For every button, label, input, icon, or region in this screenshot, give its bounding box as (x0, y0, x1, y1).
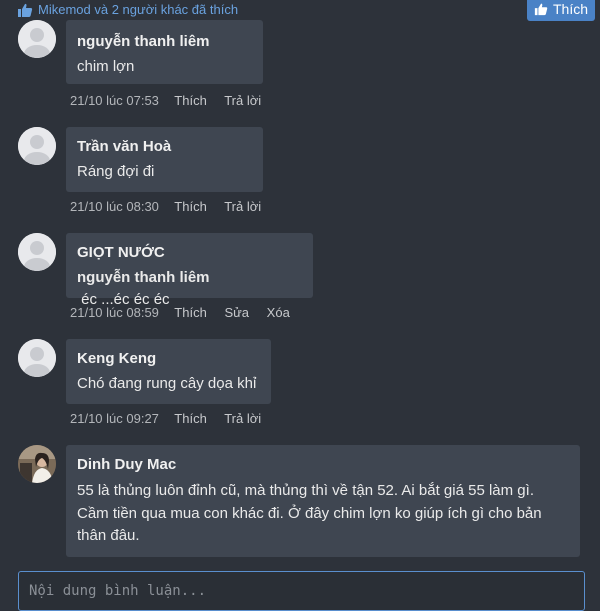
edit-link[interactable]: Sửa (224, 305, 249, 320)
comment-text-line: Cầm tiền qua mua con khác đi. Ở đây chim… (77, 504, 542, 522)
avatar[interactable] (18, 339, 56, 377)
default-avatar-icon (18, 127, 56, 165)
like-button-label: Thích (552, 1, 588, 17)
comment-author[interactable]: Keng Keng (77, 349, 260, 369)
like-link[interactable]: Thích (174, 411, 207, 426)
reply-link[interactable]: Trả lời (224, 411, 261, 426)
default-avatar-icon (18, 339, 56, 377)
comment-timestamp[interactable]: 21/10 lúc 07:53 (70, 93, 159, 108)
like-button[interactable]: Thích (527, 0, 595, 21)
comment-text-line: thân đâu. (77, 527, 140, 544)
reply-link[interactable]: Trả lời (224, 199, 261, 214)
comment-text: 55 là thủng luôn đỉnh cũ, mà thủng thì v… (77, 480, 569, 548)
comment-author[interactable]: Dinh Duy Mac (77, 455, 569, 475)
avatar[interactable] (18, 445, 56, 483)
comment-timestamp[interactable]: 21/10 lúc 08:30 (70, 199, 159, 214)
comment-text: chim lợn (77, 58, 135, 75)
like-link[interactable]: Thích (174, 305, 207, 320)
avatar[interactable] (18, 20, 56, 58)
reply-link[interactable]: Trả lời (224, 93, 261, 108)
like-link[interactable]: Thích (174, 93, 207, 108)
avatar[interactable] (18, 233, 56, 271)
comment-meta: 21/10 lúc 07:53 Thích Trả lời (70, 93, 275, 108)
comment-meta: 21/10 lúc 08:30 Thích Trả lời (70, 199, 275, 214)
comment-timestamp[interactable]: 21/10 lúc 08:59 (70, 305, 159, 320)
thumbs-up-icon (18, 3, 33, 18)
mention-link[interactable]: nguyễn thanh liêm (77, 269, 210, 286)
comment-text: Chó đang rung cây dọa khỉ (77, 375, 257, 392)
comment-text: Ráng đợi đi (77, 163, 155, 180)
comment-meta: 21/10 lúc 09:27 Thích Trả lời (70, 411, 275, 426)
comment-bubble: Trần văn Hoà Ráng đợi đi (66, 127, 263, 192)
like-summary-bar: Mikemod và 2 người khác đã thích Thích (0, 0, 600, 22)
comment-meta: 21/10 lúc 08:59 Thích Sửa Xóa (70, 305, 304, 320)
user-photo-avatar (18, 445, 56, 483)
comment-bubble: Dinh Duy Mac 55 là thủng luôn đỉnh cũ, m… (66, 445, 580, 557)
comment-author[interactable]: nguyễn thanh liêm (77, 32, 252, 52)
default-avatar-icon (18, 20, 56, 58)
likes-summary-text[interactable]: Mikemod và 2 người khác đã thích (38, 2, 238, 17)
comment-text-line: 55 là thủng luôn đỉnh cũ, mà thủng thì v… (77, 482, 534, 499)
comment-bubble: nguyễn thanh liêm chim lợn (66, 20, 263, 84)
like-link[interactable]: Thích (174, 199, 207, 214)
default-avatar-icon (18, 233, 56, 271)
comment-input[interactable] (19, 572, 584, 610)
thumbs-up-icon (534, 3, 548, 16)
avatar[interactable] (18, 127, 56, 165)
comment-input-container (18, 571, 585, 611)
delete-link[interactable]: Xóa (267, 305, 290, 320)
comment-timestamp[interactable]: 21/10 lúc 09:27 (70, 411, 159, 426)
comment-author[interactable]: GIỌT NƯỚC (77, 243, 302, 263)
comment-bubble: Keng Keng Chó đang rung cây dọa khỉ (66, 339, 271, 404)
comment-author[interactable]: Trần văn Hoà (77, 137, 252, 157)
comment-bubble: GIỌT NƯỚC nguyễn thanh liêm éc ...éc éc … (66, 233, 313, 308)
